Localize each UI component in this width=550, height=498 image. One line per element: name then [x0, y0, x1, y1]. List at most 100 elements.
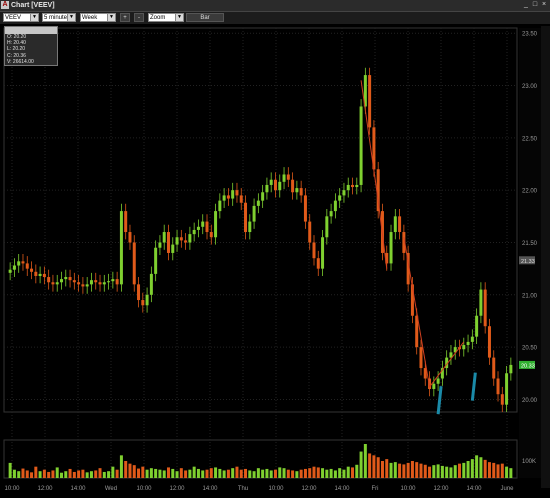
candle-body	[205, 221, 209, 233]
volume-bar	[402, 464, 406, 478]
volume-bar	[196, 468, 200, 478]
candle-body	[505, 373, 509, 405]
candle-body	[359, 106, 363, 185]
candle-body	[321, 237, 325, 269]
candle-body	[137, 284, 141, 301]
candle-body	[393, 216, 397, 233]
x-tick-label: 10:00	[136, 486, 152, 492]
volume-bar	[179, 468, 183, 478]
volume-bar	[145, 469, 149, 478]
candle-body	[8, 269, 12, 273]
x-tick-label: 10:00	[268, 486, 284, 492]
candle-body	[231, 190, 235, 199]
candle-body	[89, 280, 93, 285]
candle-body	[325, 216, 329, 238]
volume-bar	[21, 468, 25, 478]
up-arrow-annotation	[436, 386, 443, 415]
candle-body	[252, 205, 256, 222]
candle-body	[102, 282, 106, 285]
candle-body	[286, 174, 290, 180]
volume-bar	[188, 469, 192, 478]
candle-body	[12, 265, 16, 270]
volume-bar	[368, 453, 372, 478]
volume-bar	[410, 461, 414, 478]
volume-bar	[68, 468, 72, 478]
volume-bar	[449, 467, 453, 478]
volume-bar	[458, 463, 462, 478]
volume-bar	[380, 461, 384, 478]
candle-body	[308, 221, 312, 243]
x-tick-label: 14:00	[202, 486, 218, 492]
candle-body	[312, 242, 316, 259]
volume-bar	[261, 469, 265, 478]
volume-bar	[338, 468, 342, 478]
candle-body	[55, 282, 59, 285]
candle-body	[184, 240, 188, 243]
candle-body	[303, 195, 307, 222]
volume-bar	[81, 469, 85, 478]
candle-body	[256, 200, 260, 206]
price-pane-frame	[3, 27, 518, 413]
volume-bar	[72, 471, 76, 478]
candle-body	[509, 364, 513, 374]
scrollbar[interactable]	[541, 26, 550, 488]
up-arrow-annotation	[470, 372, 477, 401]
volume-bar	[440, 465, 444, 478]
volume-bar	[445, 466, 449, 478]
volume-bar	[398, 463, 402, 478]
x-tick-label: 10:00	[400, 486, 416, 492]
candle-body	[218, 200, 222, 212]
x-tick-label: Wed	[105, 486, 117, 492]
volume-bar	[17, 471, 21, 478]
y-tick-label: 21.00	[522, 293, 538, 299]
volume-bar	[492, 462, 496, 478]
x-tick-label: 12:00	[433, 486, 449, 492]
candle-body	[30, 268, 34, 272]
candle-body	[248, 221, 252, 233]
current-price-label: 20.33	[521, 363, 535, 369]
candle-body	[77, 282, 81, 285]
candle-body	[351, 184, 355, 188]
y-tick-label: 20.00	[522, 398, 538, 404]
info-volume: V: 26614.00	[7, 58, 34, 65]
volume-bar	[162, 470, 166, 478]
volume-bar	[98, 468, 102, 478]
candle-body	[389, 232, 393, 264]
volume-bar	[303, 468, 307, 478]
candle-body	[291, 179, 295, 193]
volume-bar	[124, 461, 128, 478]
candle-body	[171, 244, 175, 253]
volume-bar	[376, 457, 380, 478]
candle-body	[85, 284, 89, 287]
volume-bar	[359, 451, 363, 478]
volume-bar	[432, 465, 436, 478]
volume-bar	[64, 471, 68, 478]
x-tick-label: Thu	[238, 486, 248, 492]
candle-body	[295, 188, 299, 193]
volume-bar	[94, 470, 98, 478]
info-header	[5, 27, 57, 34]
candle-body	[107, 281, 111, 283]
candle-body	[269, 179, 273, 185]
candle-body	[214, 211, 218, 238]
volume-bar	[42, 469, 46, 478]
volume-bar	[214, 467, 218, 478]
candle-body	[68, 277, 72, 281]
x-tick-label: 14:00	[334, 486, 350, 492]
candle-body	[25, 263, 29, 269]
volume-bar	[423, 464, 427, 478]
volume-bar	[406, 462, 410, 478]
volume-bar	[308, 468, 312, 478]
volume-bar	[59, 472, 63, 478]
volume-bar	[8, 462, 12, 478]
candle-body	[368, 75, 372, 128]
price-chart[interactable]: 23.50 23.00 22.50 22.00 21.50 21.00 20.50 20.00…	[0, 0, 550, 498]
candle-body	[158, 242, 162, 248]
candle-body	[299, 188, 303, 196]
y-tick-label: 22.00	[522, 189, 538, 195]
candle-body	[496, 378, 500, 395]
volume-bar	[218, 468, 222, 478]
volume-bar	[325, 469, 329, 478]
candle-body	[278, 181, 282, 191]
candle-body	[500, 394, 504, 405]
